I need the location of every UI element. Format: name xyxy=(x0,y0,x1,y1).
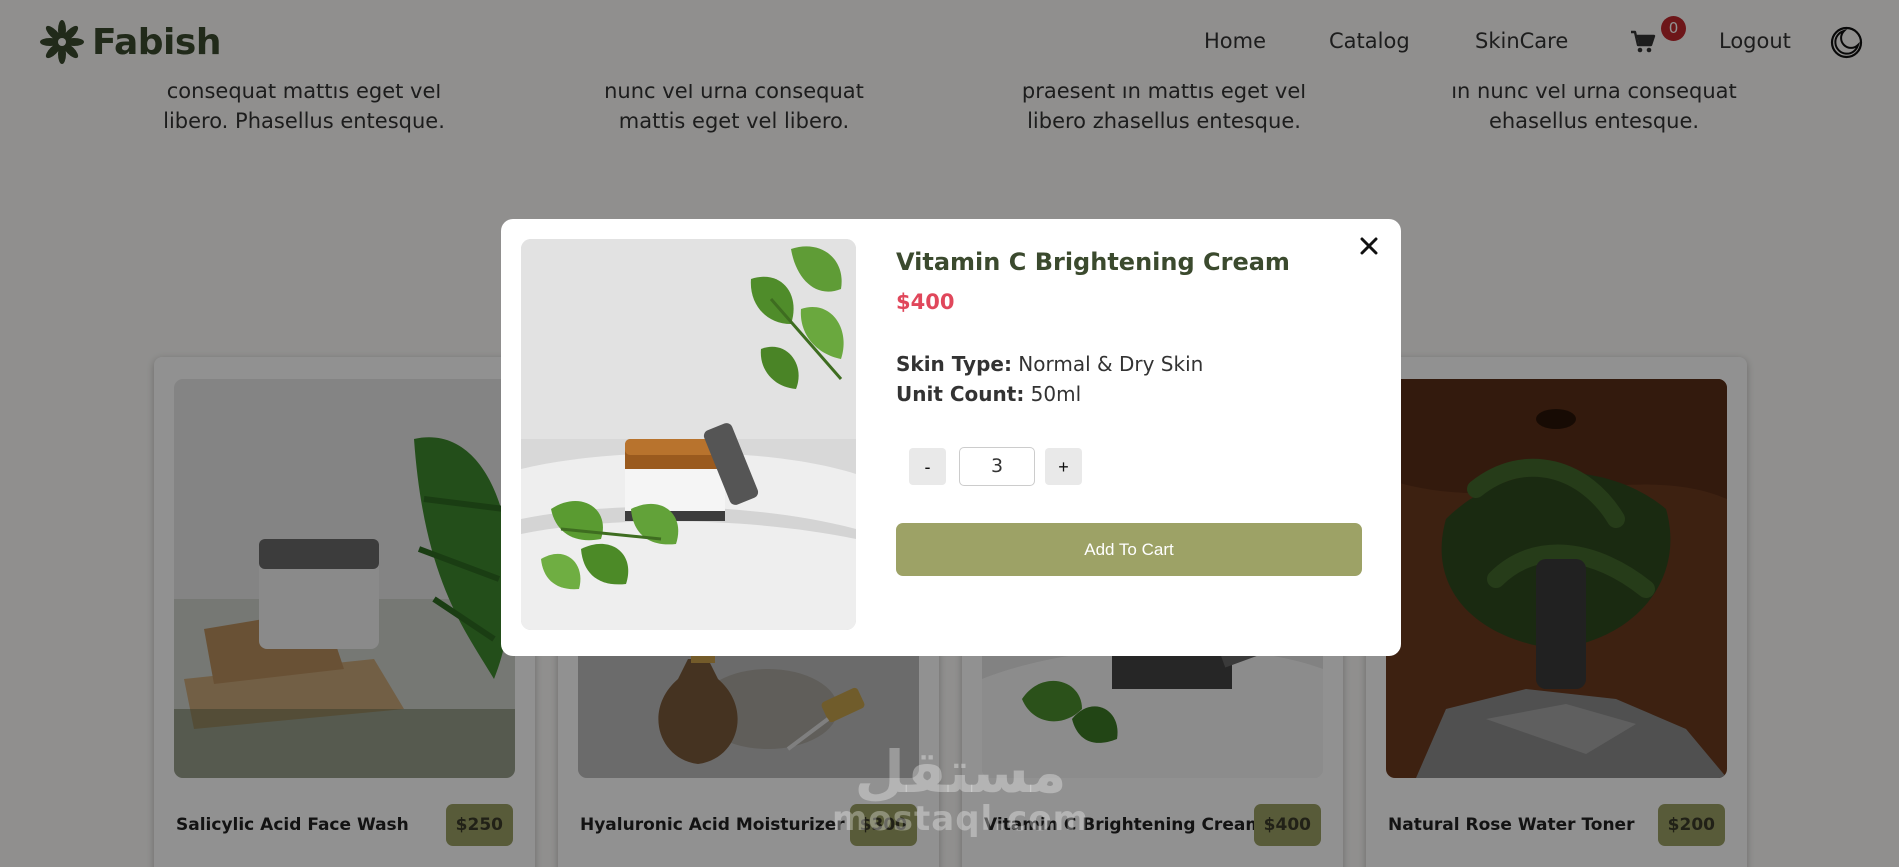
close-icon[interactable] xyxy=(1358,235,1380,257)
modal-product-price: $400 xyxy=(896,290,955,314)
skin-type-label: Skin Type: xyxy=(896,352,1012,376)
add-to-cart-button[interactable]: Add To Cart xyxy=(896,523,1362,576)
product-detail-modal: Vitamin C Brightening Cream $400 Skin Ty… xyxy=(501,219,1401,656)
watermark: مستقل mostaql.com xyxy=(832,742,1089,836)
quantity-increase-button[interactable]: + xyxy=(1045,448,1082,485)
product-image xyxy=(521,239,856,630)
quantity-decrease-button[interactable]: - xyxy=(909,448,946,485)
quantity-input[interactable]: 3 xyxy=(959,447,1035,486)
watermark-latin: mostaql.com xyxy=(832,799,1090,839)
unit-count-value: 50ml xyxy=(1024,382,1082,406)
modal-product-title: Vitamin C Brightening Cream xyxy=(896,248,1290,276)
watermark-arabic: مستقل xyxy=(854,738,1067,806)
skin-type-row: Skin Type: Normal & Dry Skin xyxy=(896,352,1203,376)
skin-type-value: Normal & Dry Skin xyxy=(1011,352,1204,376)
unit-count-row: Unit Count: 50ml xyxy=(896,382,1081,406)
unit-count-label: Unit Count: xyxy=(896,382,1025,406)
